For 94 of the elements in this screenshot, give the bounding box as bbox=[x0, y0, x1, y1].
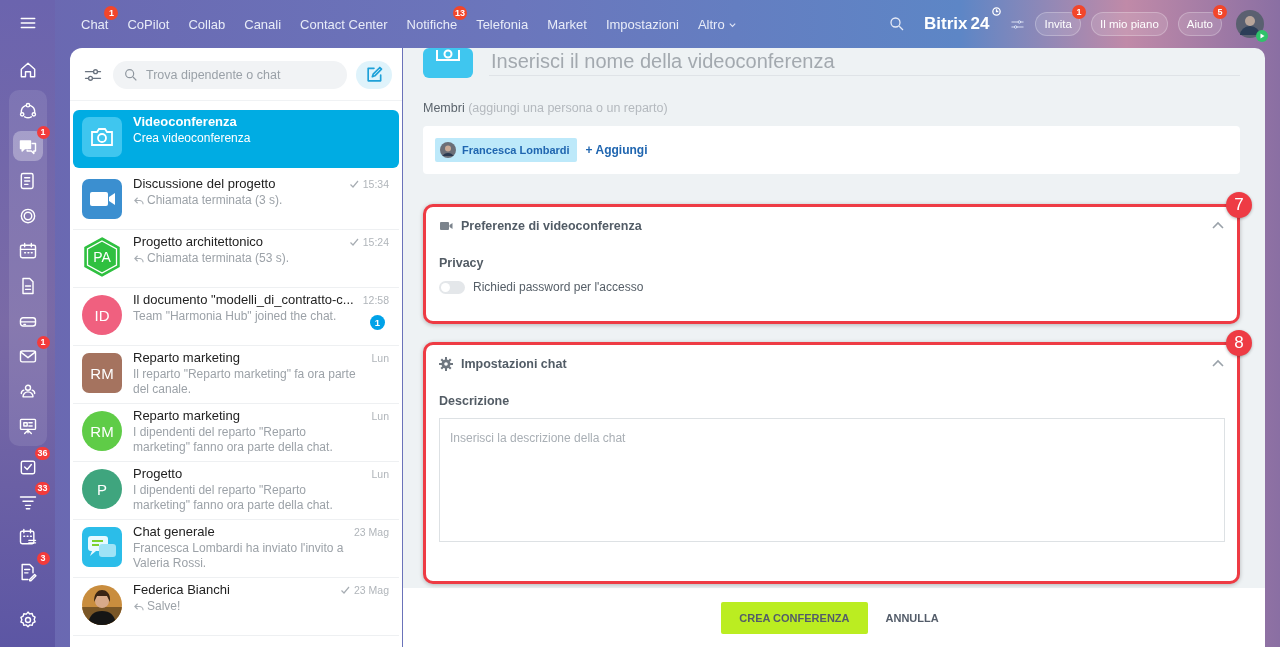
search-field[interactable]: Trova dipendente o chat bbox=[113, 61, 347, 89]
timestamp: 23 Mag bbox=[353, 583, 389, 596]
message-preview: Team "Harmonia Hub" joined the chat. bbox=[133, 309, 337, 324]
message-preview: I dipendenti del reparto "Reparto marketing" fanno ora parte della chat. bbox=[133, 425, 334, 455]
conference-name-field[interactable]: Inserisci il nome della videoconferenza bbox=[489, 48, 1240, 76]
clock-icon bbox=[991, 6, 1003, 17]
counter-badge: 1 bbox=[36, 336, 50, 349]
nav-link[interactable]: Collab bbox=[188, 16, 226, 32]
chat-item[interactable]: Federica Bianchi 23 Mag Salve! bbox=[73, 578, 399, 636]
nav-link[interactable]: Canali bbox=[244, 16, 282, 32]
chat-item[interactable]: P Progetto Lun I dipendenti del reparto "Reparto marketing" fanno ora parte della chat. bbox=[73, 462, 399, 520]
message-preview: Crea videoconferenza bbox=[133, 131, 251, 146]
counter-badge: 36 bbox=[35, 447, 50, 460]
header-button[interactable]: Il mio piano bbox=[1090, 12, 1168, 36]
counter-badge: 1 bbox=[104, 5, 119, 20]
gear-icon bbox=[439, 357, 453, 371]
chat-title: Chat generale bbox=[133, 524, 215, 539]
counter-badge: 13 bbox=[453, 5, 468, 20]
description-field[interactable]: Inserisci la descrizione della chat bbox=[439, 418, 1225, 542]
message-preview: Salve! bbox=[147, 599, 181, 614]
video-camera-icon bbox=[439, 219, 453, 233]
online-status-icon bbox=[1256, 30, 1268, 42]
field-label: Descrizione bbox=[439, 394, 511, 408]
counter-badge: 1 bbox=[1071, 5, 1086, 19]
section-header[interactable]: Preferenze di videoconferenza bbox=[439, 219, 1225, 233]
avatar: RM bbox=[82, 411, 122, 451]
chat-bubbles-icon bbox=[82, 527, 122, 567]
new-chat-button[interactable] bbox=[356, 61, 392, 89]
chat-title: Discussione del progetto bbox=[133, 176, 276, 191]
counter-badge: 3 bbox=[36, 552, 50, 565]
toggle-switch[interactable] bbox=[439, 280, 465, 294]
create-conference-button[interactable]: CREA CONFERENZA bbox=[721, 601, 868, 634]
chat-item[interactable]: ID Il documento "modelli_di_contratto-c... 12:58 Team "Harmonia Hub" joined the chat. 1 bbox=[73, 288, 399, 346]
unread-counter: 1 bbox=[370, 315, 385, 330]
avatar: PA bbox=[82, 237, 122, 277]
timestamp: Lun bbox=[371, 467, 389, 480]
avatar: RM bbox=[82, 353, 122, 393]
logo: Bitrix 24 bbox=[924, 14, 990, 34]
chat-item[interactable]: RM Reparto marketing Lun I dipendenti del reparto "Reparto marketing" fanno ora parte della chat. bbox=[73, 404, 399, 462]
timestamp: Lun bbox=[371, 409, 389, 422]
section-header[interactable]: Impostazioni chat bbox=[439, 357, 1225, 371]
counter-badge: 5 bbox=[1213, 5, 1227, 19]
chat-item[interactable]: PA Progetto architettonico 15:24 Chiamata terminata (53 s). bbox=[73, 230, 399, 288]
chat-item[interactable]: RM Reparto marketing Lun Il reparto "Reparto marketing" fa ora parte del canale. bbox=[73, 346, 399, 404]
add-member-link[interactable]: + Aggiungi bbox=[585, 143, 648, 157]
cancel-button[interactable]: ANNULLA bbox=[877, 601, 947, 634]
message-preview: Francesca Lombardi ha inviato l'invito a Valeria Rossi. bbox=[133, 541, 345, 571]
camera-icon bbox=[82, 117, 122, 157]
timestamp: 12:58 bbox=[362, 293, 389, 306]
camera-icon bbox=[423, 48, 473, 78]
chat-title: Videoconferenza bbox=[133, 114, 237, 129]
message-preview: Chiamata terminata (53 s). bbox=[147, 251, 290, 266]
chat-item[interactable]: Chat generale 23 Mag Francesca Lombardi ha inviato l'invito a Valeria Rossi. bbox=[73, 520, 399, 578]
chat-title: Progetto architettonico bbox=[133, 234, 264, 249]
avatar: ID bbox=[82, 295, 122, 335]
message-preview: Il reparto "Reparto marketing" fa ora parte del canale. bbox=[133, 367, 357, 397]
chat-title: Reparto marketing bbox=[133, 408, 240, 423]
nav-link[interactable]: CoPilot bbox=[127, 16, 170, 32]
user-silhouette-icon bbox=[1236, 10, 1264, 38]
user-silhouette-icon bbox=[440, 142, 456, 158]
field-label: Privacy bbox=[439, 256, 485, 270]
avatar: P bbox=[82, 469, 122, 509]
callout-number: 7 bbox=[1226, 192, 1252, 218]
nav-link[interactable]: Telefonia bbox=[476, 16, 529, 32]
timestamp: 23 Mag bbox=[353, 525, 389, 538]
chat-title: Reparto marketing bbox=[133, 350, 240, 365]
chat-nav-item[interactable] bbox=[12, 130, 43, 161]
timestamp: Lun bbox=[371, 351, 389, 364]
search-icon bbox=[123, 67, 139, 83]
callout-number: 8 bbox=[1226, 330, 1252, 356]
message-preview: I dipendenti del reparto "Reparto marketing" fanno ora parte della chat. bbox=[133, 483, 334, 513]
schedule-icon bbox=[17, 526, 38, 547]
nav-link[interactable]: Altro bbox=[697, 16, 737, 32]
edit-icon bbox=[364, 65, 384, 85]
toggle-label: Richiedi password per l'accesso bbox=[473, 280, 644, 294]
video-camera-icon bbox=[82, 179, 122, 219]
chat-title: Il documento "modelli_di_contratto-c... bbox=[133, 292, 354, 307]
settings-icon bbox=[17, 610, 38, 630]
nav-link[interactable]: Contact Center bbox=[300, 16, 388, 32]
cycle-icon bbox=[17, 100, 38, 121]
chat-item[interactable]: Videoconferenza Crea videoconferenza bbox=[73, 110, 399, 168]
timestamp: 15:24 bbox=[362, 235, 389, 248]
message-preview: Chiamata terminata (3 s). bbox=[147, 193, 283, 208]
chat-title: Federica Bianchi bbox=[133, 582, 230, 597]
calendar-icon bbox=[17, 240, 38, 261]
members-field[interactable]: Francesca Lombardi + Aggiungi bbox=[423, 126, 1240, 174]
nav-link[interactable]: Market bbox=[547, 16, 587, 32]
counter-badge: 1 bbox=[36, 126, 50, 139]
member-chip[interactable]: Francesca Lombardi bbox=[435, 138, 577, 162]
timestamp: 15:34 bbox=[362, 177, 389, 190]
nav-link[interactable]: Impostazioni bbox=[605, 16, 679, 32]
counter-badge: 33 bbox=[35, 482, 50, 495]
chat-item[interactable]: Discussione del progetto 15:34 Chiamata terminata (3 s). bbox=[73, 172, 399, 230]
chat-title: Progetto bbox=[133, 466, 183, 481]
